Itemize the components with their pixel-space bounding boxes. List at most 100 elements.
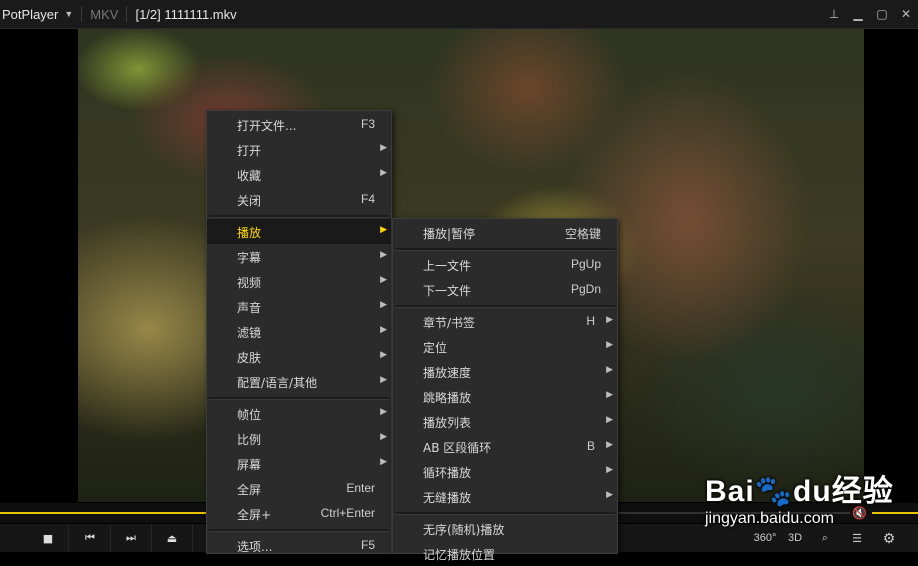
menu-item-shortcut: F5 [360,538,375,552]
file-title: [1/2] 1111111.mkv [135,6,237,22]
pin-icon[interactable]: ⊥ [828,7,840,21]
menu-item-label: 声音 [237,301,262,315]
menu-item[interactable]: 播放速度 ▶ [393,359,617,384]
maximize-icon[interactable]: ▢ [876,7,888,21]
format-label: MKV [90,6,119,22]
menu-item-label: 循环播放 [423,466,472,480]
chevron-down-icon: ▼ [64,9,74,19]
menu-item-shortcut: F4 [360,192,375,206]
menu-item[interactable]: 滤镜 ▶ [207,319,391,344]
menu-item[interactable]: 关闭 F4 [207,187,391,212]
menu-item-label: AB 区段循环 [423,441,492,455]
menu-item-label: 跳略播放 [423,391,472,405]
menu-item-label: 字幕 [237,251,262,265]
menu-divider [395,512,615,515]
title-separator [81,6,83,22]
letterbox-left [0,29,78,502]
menu-item[interactable]: 无缝播放 ▶ [393,484,617,509]
window-controls: ⊥ ▁ ▢ ✕ [828,0,912,28]
submenu-arrow-icon: ▶ [606,365,613,375]
menu-item-label: 上一文件 [423,259,472,273]
menu-item-label: 全屏+ [237,508,272,522]
menu-item[interactable]: 字幕 ▶ [207,244,391,269]
menu-item[interactable]: 跳略播放 ▶ [393,384,617,409]
menu-item[interactable]: 配置/语言/其他 ▶ [207,369,391,394]
menu-item-shortcut: Ctrl+Enter [320,506,375,520]
menu-item[interactable]: 收藏 ▶ [207,162,391,187]
menu-item[interactable]: 播放列表 ▶ [393,409,617,434]
menu-item[interactable]: 循环播放 ▶ [393,459,617,484]
submenu-arrow-icon: ▶ [606,315,613,325]
menu-item[interactable]: 打开 ▶ [207,137,391,162]
next-button[interactable]: ⏭ [111,524,152,552]
menu-divider [395,305,615,308]
menu-item[interactable]: 帧位 ▶ [207,401,391,426]
menu-item[interactable]: 章节/书签 H ▶ [393,309,617,334]
menu-item-label: 播放列表 [423,416,472,430]
menu-item-label: 打开 [237,144,262,158]
menu-item-shortcut: PgUp [570,257,601,271]
close-icon[interactable]: ✕ [900,7,912,21]
menu-item-label: 全屏 [237,483,262,497]
menu-divider [209,397,389,400]
app-menu-button[interactable]: PotPlayer ▼ [0,7,73,22]
submenu-arrow-icon: ▶ [380,225,387,235]
menu-item[interactable]: 比例 ▶ [207,426,391,451]
submenu-arrow-icon: ▶ [380,250,387,260]
menu-item[interactable]: 全屏 Enter [207,476,391,501]
menu-item[interactable]: 播放|暂停 空格键 [393,220,617,245]
title-separator [126,6,128,22]
menu-item-label: 收藏 [237,169,262,183]
letterbox-right [864,29,918,502]
menu-item[interactable]: 无序(随机)播放 [393,516,617,541]
menu-item[interactable]: 视频 ▶ [207,269,391,294]
menu-item[interactable]: 定位 ▶ [393,334,617,359]
submenu-arrow-icon: ▶ [606,490,613,500]
menu-item-label: 皮肤 [237,351,262,365]
menu-item-shortcut: B [586,439,595,453]
title-bar: PotPlayer ▼ MKV [1/2] 1111111.mkv ⊥ ▁ ▢ … [0,0,918,29]
previous-button[interactable]: ⏮ [70,524,111,552]
menu-item-shortcut: F3 [360,117,375,131]
menu-item-label: 视频 [237,276,262,290]
stop-button[interactable]: ■ [28,524,69,552]
menu-item-label: 打开文件... [237,119,297,133]
menu-item-label: 章节/书签 [423,316,476,330]
menu-item[interactable]: 皮肤 ▶ [207,344,391,369]
menu-item[interactable]: 声音 ▶ [207,294,391,319]
menu-item[interactable]: 记忆播放位置 [393,541,617,566]
submenu-arrow-icon: ▶ [606,415,613,425]
menu-divider [209,529,389,532]
submenu-arrow-icon: ▶ [380,168,387,178]
submenu-arrow-icon: ▶ [606,440,613,450]
app-name: PotPlayer [2,6,59,22]
menu-item[interactable]: 打开文件... F3 [207,112,391,137]
submenu-arrow-icon: ▶ [380,375,387,385]
menu-item[interactable]: 选项... F5 [207,533,391,558]
menu-item-label: 帧位 [237,408,262,422]
menu-item-label: 播放|暂停 [423,227,476,241]
menu-item[interactable]: 全屏+ Ctrl+Enter [207,501,391,526]
context-menu: 打开文件... F3 打开 ▶ 收藏 ▶ 关闭 F4 播放 ▶ 字幕 ▶ 视频 ▶ 声音 ▶ 滤镜 ▶ 皮肤 ▶ 配置/… [206,110,392,554]
playback-submenu: 播放|暂停 空格键 上一文件 PgUp 下一文件 PgDn 章节/书签 H ▶ 定位 ▶ 播放速度 ▶ 跳… [392,218,618,562]
menu-item-shortcut: H [586,314,595,328]
menu-item[interactable]: 播放 ▶ [207,219,391,244]
menu-item[interactable]: 下一文件 PgDn [393,277,617,302]
menu-item-label: 关闭 [237,194,262,208]
minimize-icon[interactable]: ▁ [852,7,864,21]
menu-item[interactable]: AB 区段循环 B ▶ [393,434,617,459]
menu-divider [209,215,389,218]
submenu-arrow-icon: ▶ [380,350,387,360]
menu-divider [395,248,615,251]
menu-item[interactable]: 屏幕 ▶ [207,451,391,476]
menu-item-label: 定位 [423,341,448,355]
menu-item-label: 滤镜 [237,326,262,340]
open-button[interactable]: ⏏ [152,524,193,552]
submenu-arrow-icon: ▶ [380,432,387,442]
menu-item-label: 下一文件 [423,284,472,298]
menu-item-shortcut: Enter [346,481,375,495]
menu-item-label: 屏幕 [237,458,262,472]
watermark-url: jingyan.baidu.com [705,510,834,527]
menu-item[interactable]: 上一文件 PgUp [393,252,617,277]
menu-item-label: 播放速度 [423,366,472,380]
